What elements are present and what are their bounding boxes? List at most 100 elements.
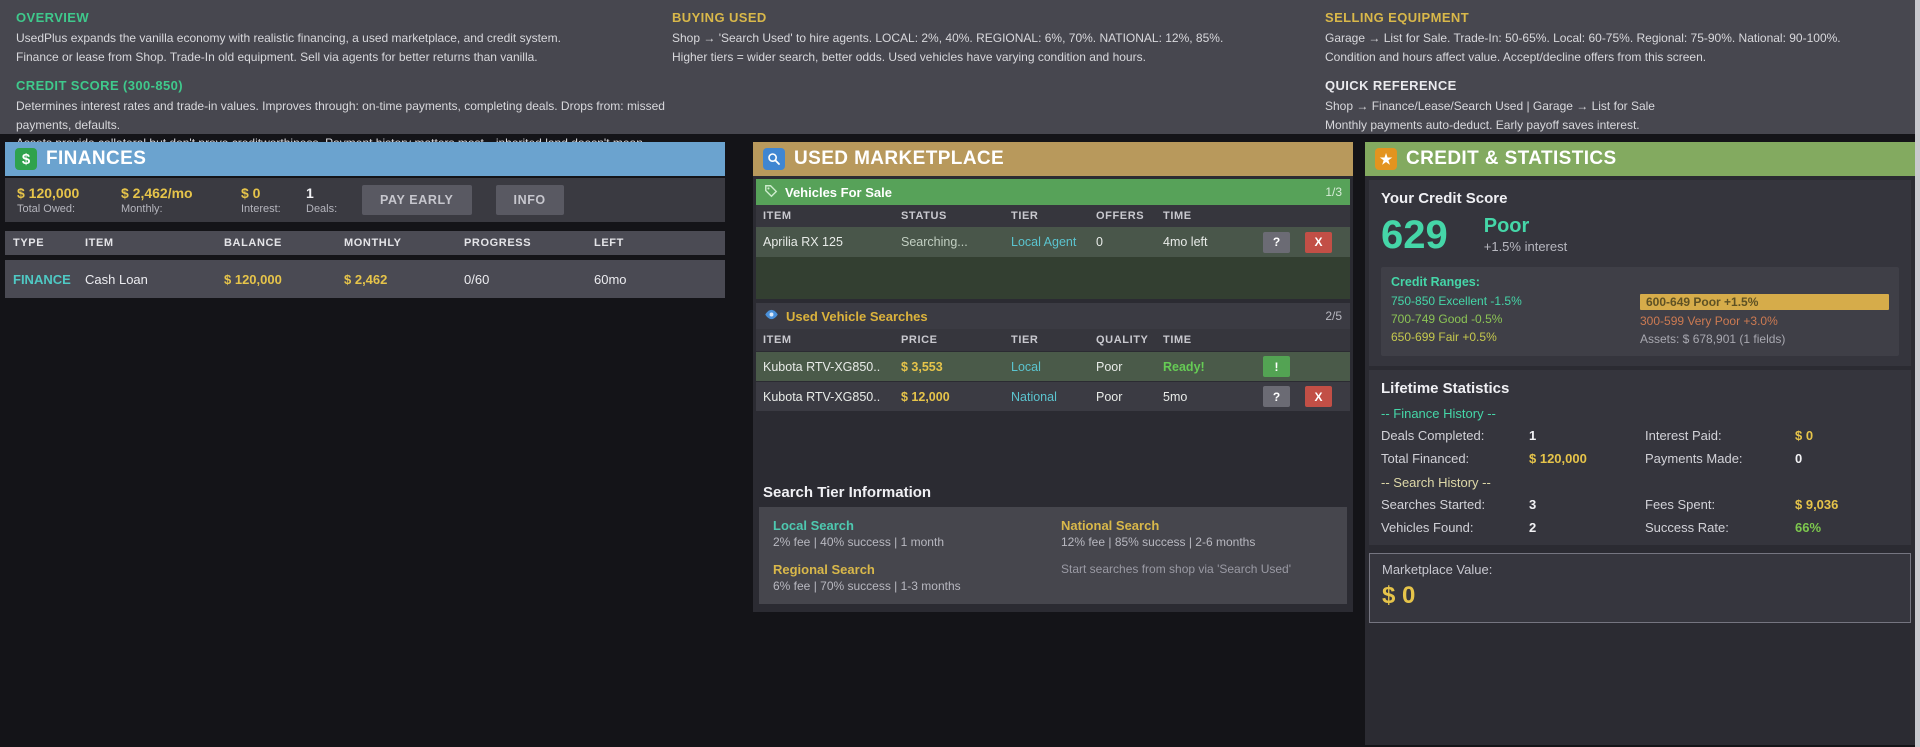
column-header-status: STATUS — [901, 210, 1011, 222]
lifetime-statistics-section: Lifetime Statistics -- Finance History -… — [1369, 370, 1911, 545]
range-assets: Assets: $ 678,901 (1 fields) — [1640, 332, 1889, 346]
credit-panel: ★ CREDIT & STATISTICS Your Credit Score … — [1365, 142, 1915, 745]
tier-info-heading: Search Tier Information — [753, 474, 1353, 507]
tier-info-box: Local Search 2% fee | 40% success | 1 mo… — [759, 507, 1347, 604]
vehicles-count: 1/3 — [1325, 185, 1342, 199]
credit-ranges-grid: 750-850 Excellent -1.5% 700-749 Good -0.… — [1391, 294, 1889, 346]
help-credit-score-line: Determines interest rates and trade-in v… — [16, 97, 672, 134]
help-overview-line: Finance or lease from Shop. Trade-In old… — [16, 48, 672, 67]
help-overview: OVERVIEW UsedPlus expands the vanilla ec… — [16, 10, 672, 66]
finance-table-row[interactable]: FINANCE Cash Loan $ 120,000 $ 2,462 0/60… — [5, 260, 725, 298]
info-button[interactable]: INFO — [496, 185, 564, 215]
stat-label: Deals Completed: — [1381, 428, 1529, 443]
deal-balance: $ 120,000 — [224, 272, 344, 287]
help-selling-equipment-line: Condition and hours affect value. Accept… — [1325, 48, 1898, 67]
marketplace-panel: USED MARKETPLACE Vehicles For Sale 1/3 I… — [753, 142, 1353, 612]
stat-label: Monthly: — [121, 203, 241, 215]
help-quick-reference: QUICK REFERENCE Shop → Finance/Lease/Sea… — [1325, 78, 1898, 134]
stat-label: Success Rate: — [1645, 520, 1795, 535]
help-credit-score-title: CREDIT SCORE (300-850) — [16, 78, 672, 93]
used-searches-bar: Used Vehicle Searches 2/5 — [756, 303, 1350, 329]
listing-cancel-button[interactable]: X — [1305, 232, 1332, 253]
credit-score-row: 629 Poor +1.5% interest — [1381, 215, 1899, 255]
help-column-left: OVERVIEW UsedPlus expands the vanilla ec… — [16, 10, 672, 124]
marketplace-value-box: Marketplace Value: $ 0 — [1369, 553, 1911, 623]
stat-deals: 1 Deals: — [306, 185, 362, 215]
column-header-offers: OFFERS — [1096, 210, 1163, 222]
national-search-name: National Search — [1061, 518, 1333, 533]
help-quick-reference-line: Shop → Finance/Lease/Search Used | Garag… — [1325, 97, 1898, 116]
search-cancel-button[interactable]: X — [1305, 386, 1332, 407]
credit-ranges-left: 750-850 Excellent -1.5% 700-749 Good -0.… — [1391, 294, 1640, 346]
main-content: $ FINANCES $ 120,000 Total Owed: $ 2,462… — [0, 134, 1920, 745]
regional-search-name: Regional Search — [773, 562, 1045, 577]
local-search-name: Local Search — [773, 518, 1045, 533]
help-overview-title: OVERVIEW — [16, 10, 672, 25]
listing-offers: 0 — [1096, 235, 1163, 249]
search-time: Ready! — [1163, 360, 1263, 374]
listing-status: Searching... — [901, 235, 1011, 249]
search-quality: Poor — [1096, 360, 1163, 374]
column-header-balance: BALANCE — [224, 237, 344, 249]
tier-info-left-column: Local Search 2% fee | 40% success | 1 mo… — [773, 518, 1045, 593]
scrollbar[interactable] — [1915, 0, 1920, 747]
search-result-row[interactable]: Kubota RTV-XG850.. $ 3,553 Local Poor Re… — [756, 352, 1350, 381]
column-header-progress: PROGRESS — [464, 237, 594, 249]
listing-help-button[interactable]: ? — [1263, 232, 1290, 253]
credit-rating: Poor — [1484, 215, 1567, 237]
local-search-details: 2% fee | 40% success | 1 month — [773, 535, 1045, 549]
finances-panel: $ FINANCES $ 120,000 Total Owed: $ 2,462… — [5, 142, 725, 298]
credit-score-heading: Your Credit Score — [1381, 190, 1899, 207]
stat-value: 2 — [1529, 520, 1645, 535]
stat-value: 0 — [1795, 451, 1899, 466]
vehicle-listing-row[interactable]: Aprilia RX 125 Searching... Local Agent … — [756, 227, 1350, 257]
stat-label: Interest Paid: — [1645, 428, 1795, 443]
stat-value: $ 9,036 — [1795, 497, 1899, 512]
help-selling-equipment: SELLING EQUIPMENT Garage → List for Sale… — [1325, 10, 1898, 66]
search-result-row[interactable]: Kubota RTV-XG850.. $ 12,000 National Poo… — [756, 382, 1350, 411]
tier-info-note: Start searches from shop via 'Search Use… — [1061, 562, 1333, 576]
column-header-item: ITEM — [763, 210, 901, 222]
listing-time: 4mo left — [1163, 235, 1263, 249]
stat-value: $ 120,000 — [1529, 451, 1645, 466]
deal-monthly: $ 2,462 — [344, 272, 464, 287]
column-header-type: TYPE — [13, 237, 85, 249]
search-tier: National — [1011, 390, 1096, 404]
search-history-label: -- Search History -- — [1381, 475, 1899, 490]
column-header-item: ITEM — [763, 334, 901, 346]
column-header-time: TIME — [1163, 334, 1263, 346]
help-buying-used-title: BUYING USED — [672, 10, 1325, 25]
finance-history-stats: Deals Completed: 1 Interest Paid: $ 0 To… — [1381, 428, 1899, 466]
stat-value: 3 — [1529, 497, 1645, 512]
marketplace-value-amount: $ 0 — [1382, 582, 1898, 610]
credit-ranges-label: Credit Ranges: — [1391, 275, 1889, 289]
finances-header: $ FINANCES — [5, 142, 725, 176]
help-column-right: SELLING EQUIPMENT Garage → List for Sale… — [1325, 10, 1898, 124]
search-help-button[interactable]: ? — [1263, 386, 1290, 407]
range-poor-highlighted: 600-649 Poor +1.5% — [1640, 294, 1889, 310]
listing-item: Aprilia RX 125 — [763, 235, 901, 249]
range-fair: 650-699 Fair +0.5% — [1391, 330, 1640, 344]
credit-score-value: 629 — [1381, 215, 1448, 255]
used-searches-title: Used Vehicle Searches — [786, 309, 928, 324]
help-quick-reference-line: Monthly payments auto-deduct. Early payo… — [1325, 116, 1898, 135]
help-column-middle: BUYING USED Shop → 'Search Used' to hire… — [672, 10, 1325, 124]
star-icon: ★ — [1375, 148, 1397, 170]
help-selling-equipment-line: Garage → List for Sale. Trade-In: 50-65%… — [1325, 29, 1898, 48]
dollar-icon: $ — [15, 148, 37, 170]
help-overview-line: UsedPlus expands the vanilla economy wit… — [16, 29, 672, 48]
search-claim-button[interactable]: ! — [1263, 356, 1290, 377]
search-icon — [763, 148, 785, 170]
stat-value: 66% — [1795, 520, 1899, 535]
credit-ranges-right: 600-649 Poor +1.5% 300-599 Very Poor +3.… — [1640, 294, 1889, 346]
searches-list-empty-area — [753, 411, 1353, 474]
pay-early-button[interactable]: PAY EARLY — [362, 185, 472, 215]
credit-interest-modifier: +1.5% interest — [1484, 239, 1567, 254]
search-item: Kubota RTV-XG850.. — [763, 390, 901, 404]
credit-score-section: Your Credit Score 629 Poor +1.5% interes… — [1369, 180, 1911, 366]
column-header-price: PRICE — [901, 334, 1011, 346]
credit-header: ★ CREDIT & STATISTICS — [1365, 142, 1915, 176]
stat-label: Total Owed: — [17, 203, 121, 215]
finances-stats-bar: $ 120,000 Total Owed: $ 2,462/mo Monthly… — [5, 178, 725, 222]
range-good: 700-749 Good -0.5% — [1391, 312, 1640, 326]
